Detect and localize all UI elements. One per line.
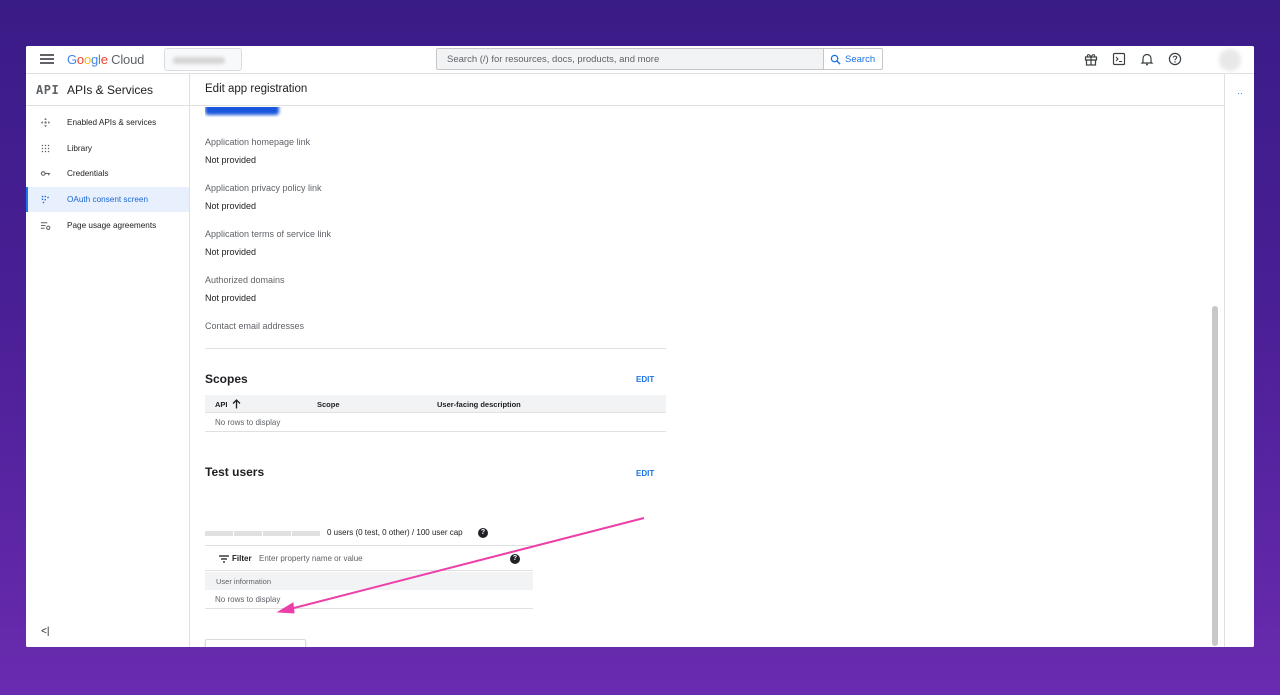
collapse-sidebar-button[interactable]: <| — [41, 626, 49, 637]
main-content: Edit app registration Application homepa… — [190, 74, 1254, 647]
page-header: Edit app registration — [190, 74, 1254, 106]
sidebar: API APIs & Services Enabled APIs & servi… — [26, 74, 190, 647]
search-input[interactable]: Search (/) for resources, docs, products… — [436, 48, 824, 70]
column-user-facing-description[interactable]: User-facing description — [437, 400, 521, 409]
sidebar-item-enabled-apis[interactable]: Enabled APIs & services — [26, 110, 189, 136]
sidebar-item-page-usage[interactable]: Page usage agreements — [26, 212, 189, 238]
sidebar-title: APIs & Services — [67, 83, 154, 97]
scopes-title: Scopes — [205, 372, 248, 386]
right-rail: ·· — [1224, 74, 1254, 647]
section-divider — [205, 348, 666, 349]
help-icon[interactable]: ? — [478, 528, 488, 538]
api-hub-icon — [40, 118, 51, 128]
filter-input[interactable]: Enter property name or value — [259, 554, 363, 563]
test-users-table-header: User information — [205, 572, 533, 590]
scrollbar[interactable] — [1212, 306, 1218, 646]
scopes-empty-text: No rows to display — [215, 418, 281, 427]
contact-email-label: Contact email addresses — [205, 321, 305, 331]
project-picker[interactable] — [164, 48, 242, 71]
filter-bar[interactable]: Filter Enter property name or value ? — [205, 545, 533, 571]
avatar[interactable] — [1219, 49, 1241, 71]
sidebar-item-oauth-consent[interactable]: OAuth consent screen — [26, 186, 189, 213]
test-users-title: Test users — [205, 465, 265, 479]
scopes-table-bottom — [205, 431, 666, 432]
user-cap-text: 0 users (0 test, 0 other) / 100 user cap — [327, 528, 463, 537]
scopes-table-header: API Scope User-facing description — [205, 395, 666, 413]
privacy-policy-label: Application privacy policy link — [205, 183, 322, 193]
authorized-domains-value: Not provided — [205, 293, 257, 303]
column-api[interactable]: API — [215, 400, 228, 409]
agreements-icon — [40, 221, 51, 230]
search-icon — [830, 54, 841, 65]
page-title: Edit app registration — [205, 83, 308, 95]
api-logo: API — [36, 83, 60, 97]
filter-help-icon[interactable]: ? — [510, 554, 520, 564]
notifications-icon[interactable] — [1140, 52, 1154, 66]
menu-icon[interactable] — [40, 52, 54, 66]
filter-icon — [219, 555, 229, 563]
test-users-edit-link[interactable]: EDIT — [636, 469, 654, 478]
sidebar-header: API APIs & Services — [26, 74, 189, 106]
terms-of-service-label: Application terms of service link — [205, 229, 332, 239]
column-user-information[interactable]: User information — [216, 577, 271, 586]
back-to-dashboard-button[interactable]: BACK TO DASHBOARD — [205, 639, 306, 647]
column-scope[interactable]: Scope — [317, 400, 340, 409]
consent-icon — [41, 195, 49, 204]
homepage-link-value: Not provided — [205, 155, 257, 165]
terms-of-service-value: Not provided — [205, 247, 257, 257]
scopes-edit-link[interactable]: EDIT — [636, 375, 654, 384]
terminal-icon[interactable] — [1112, 52, 1126, 66]
browser-window: Google Cloud Search (/) for resources, d… — [26, 46, 1254, 647]
sidebar-item-credentials[interactable]: Credentials — [26, 161, 189, 187]
privacy-policy-value: Not provided — [205, 201, 257, 211]
test-users-empty-text: No rows to display — [215, 595, 281, 604]
sort-ascending-icon[interactable] — [232, 399, 241, 409]
google-cloud-logo[interactable]: Google Cloud — [67, 52, 144, 67]
more-icon[interactable]: ·· — [1237, 88, 1243, 98]
test-users-table-bottom — [205, 608, 533, 609]
homepage-link-label: Application homepage link — [205, 137, 311, 147]
key-icon — [40, 171, 51, 177]
gift-icon[interactable] — [1084, 52, 1098, 66]
filter-label: Filter — [232, 554, 252, 563]
top-bar: Google Cloud Search (/) for resources, d… — [26, 46, 1254, 74]
sidebar-item-library[interactable]: Library — [26, 136, 189, 162]
user-cap-progress-bar — [205, 531, 320, 536]
redacted-app-name — [205, 107, 283, 117]
library-icon — [41, 144, 50, 153]
authorized-domains-label: Authorized domains — [205, 275, 285, 285]
help-icon[interactable] — [1168, 52, 1182, 66]
search-button[interactable]: Search — [823, 48, 883, 70]
